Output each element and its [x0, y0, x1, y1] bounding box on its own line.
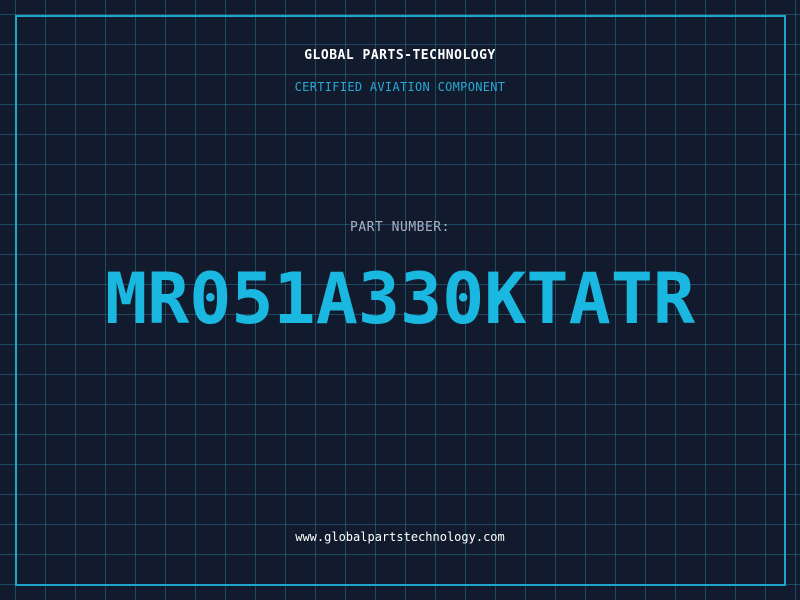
- part-number-value: MR051A330KTATR: [104, 258, 695, 340]
- part-number-label: PART NUMBER:: [350, 220, 450, 235]
- website-url: www.globalpartstechnology.com: [295, 530, 505, 544]
- certification-subtitle: CERTIFIED AVIATION COMPONENT: [294, 80, 506, 94]
- brand-name: GLOBAL PARTS-TECHNOLOGY: [304, 48, 496, 63]
- label-card: GLOBAL PARTS-TECHNOLOGY CERTIFIED AVIATI…: [0, 0, 800, 600]
